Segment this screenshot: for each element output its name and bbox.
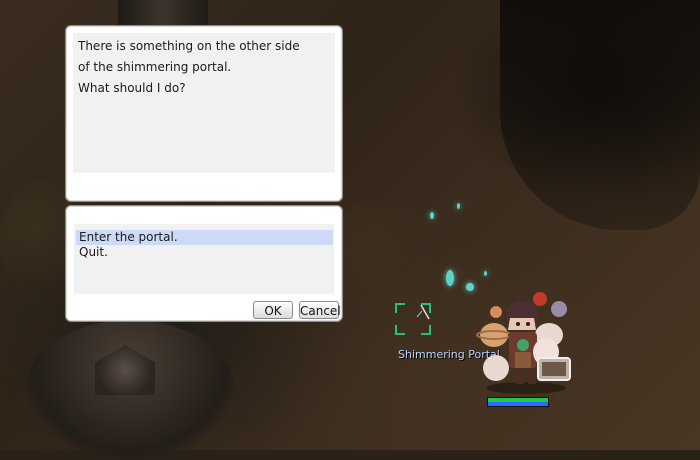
cancel-button[interactable]: Cancel <box>299 301 341 319</box>
dialog-line: What should I do? <box>78 81 186 95</box>
player-character[interactable] <box>476 290 576 395</box>
portal-sparkle <box>430 212 434 219</box>
portal-sparkle <box>484 271 487 276</box>
portal-sparkle <box>446 270 454 286</box>
portal-sparkle <box>457 203 460 209</box>
menu-option-quit[interactable]: Quit. <box>76 245 333 260</box>
sp-bar <box>488 402 548 406</box>
menu-option-enter-portal[interactable]: Enter the portal. <box>76 230 333 245</box>
ok-button[interactable]: OK <box>253 301 293 319</box>
portal-sparkle <box>466 283 474 291</box>
dialog-line: of the shimmering portal. <box>78 60 232 74</box>
portal-wisp-icon <box>416 304 430 320</box>
dialog-line: There is something on the other side <box>78 39 300 53</box>
shadow-region <box>500 0 700 230</box>
npc-dialog-window: There is something on the other side of … <box>65 25 343 202</box>
dialog-message-area: There is something on the other side of … <box>73 33 335 173</box>
npc-target-marker[interactable] <box>395 303 431 335</box>
tree-trunk <box>118 0 208 26</box>
choice-menu-window: Enter the portal. Quit. OK Cancel <box>65 205 343 322</box>
choice-list: Enter the portal. Quit. <box>74 224 334 294</box>
